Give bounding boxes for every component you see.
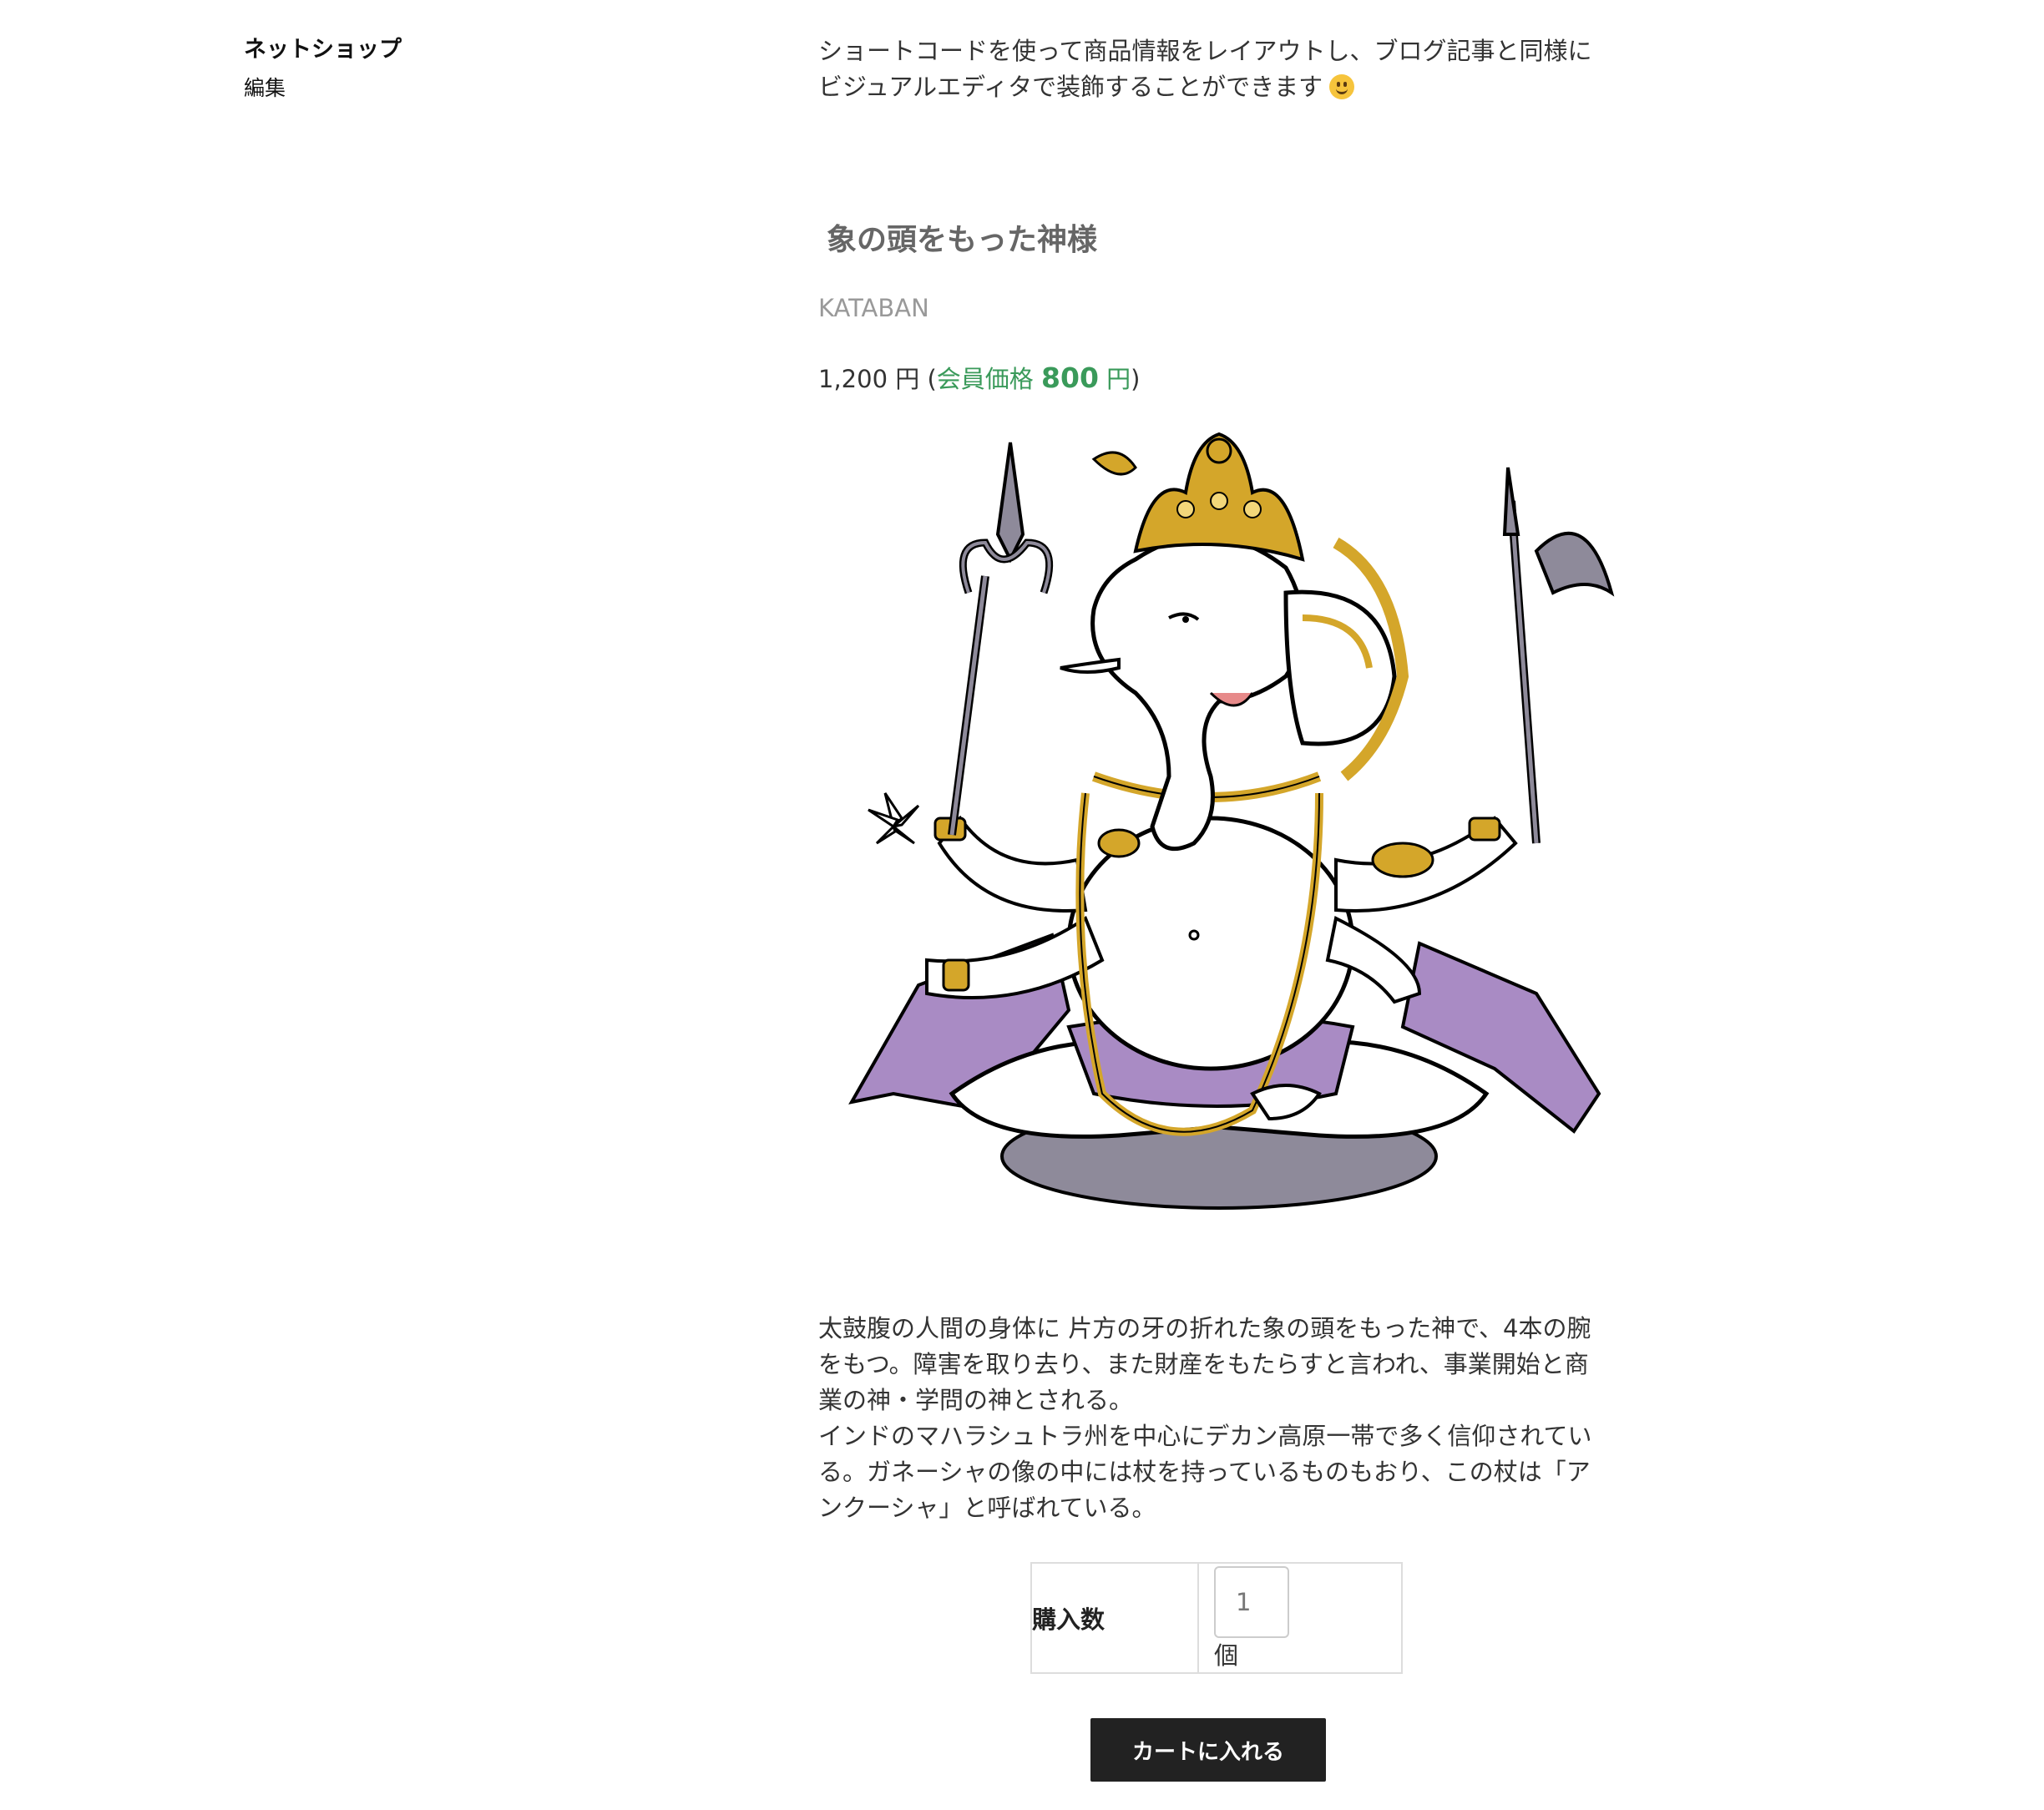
ganesha-illustration: [848, 432, 1615, 1210]
sidebar-title: ネットショップ: [244, 37, 402, 63]
product-name: 象の頭をもった神様: [827, 223, 1098, 257]
product-code: KATABAN: [818, 294, 929, 322]
member-price-unit: 円: [1106, 365, 1131, 393]
member-price-value: 800: [1041, 361, 1099, 394]
intro-text-content: ショートコードを使って商品情報をレイアウトし、ブログ記事と同様にビジュアルエディ…: [818, 37, 1592, 101]
add-to-cart-button[interactable]: カートに入れる: [1090, 1718, 1326, 1782]
member-price-label: 会員価格: [936, 365, 1034, 393]
description-paragraph: インドのマハラシュトラ州を中心にデカン高原一帯で多く信仰されている。ガネーシャの…: [818, 1422, 1592, 1522]
smiley-icon: [1329, 74, 1355, 99]
quantity-cell: 個: [1197, 1562, 1403, 1674]
description-paragraph: 太鼓腹の人間の身体に 片方の牙の折れた象の頭をもった神で、4本の腕をもつ。障害を…: [818, 1314, 1591, 1414]
quantity-row: 購入数 個: [1030, 1562, 1403, 1674]
quantity-label: 購入数: [1030, 1562, 1199, 1674]
quantity-table: 購入数 個: [1030, 1562, 1403, 1674]
sidebar: ネットショップ 編集: [244, 33, 745, 105]
product-description: 太鼓腹の人間の身体に 片方の牙の折れた象の頭をもった神で、4本の腕をもつ。障害を…: [818, 1311, 1611, 1526]
price-line: 1,200 円 (会員価格 800 円): [818, 361, 1141, 394]
intro-text: ショートコードを使って商品情報をレイアウトし、ブログ記事と同様にビジュアルエディ…: [818, 33, 1603, 105]
quantity-unit: 個: [1214, 1641, 1239, 1670]
price: 1,200 円: [818, 365, 920, 393]
edit-link[interactable]: 編集: [244, 72, 286, 105]
quantity-form: 購入数 個: [1030, 1562, 1403, 1674]
quantity-input[interactable]: [1214, 1566, 1289, 1638]
main-content: ショートコードを使って商品情報をレイアウトし、ブログ記事と同様にビジュアルエディ…: [818, 33, 1615, 1522]
